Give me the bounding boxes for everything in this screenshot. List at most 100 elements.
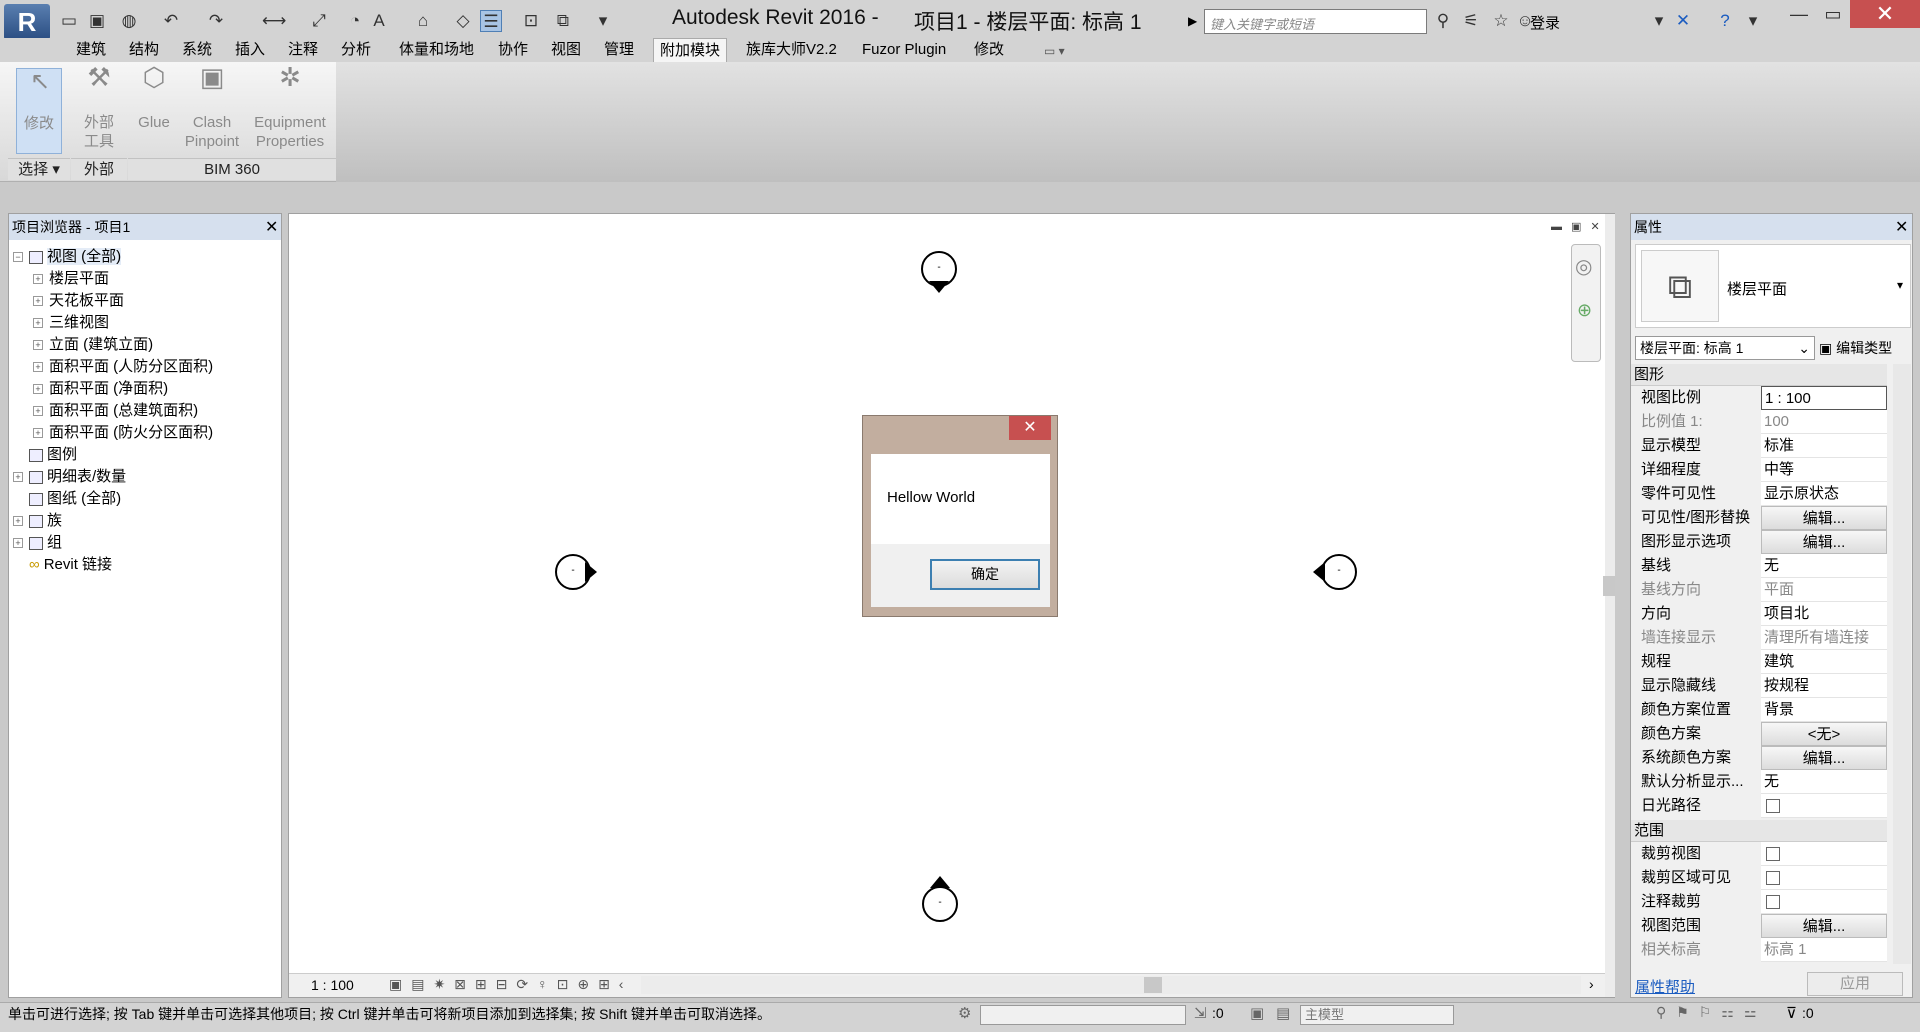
checkbox[interactable] <box>1761 794 1887 818</box>
expand-icon[interactable]: + <box>13 472 23 483</box>
tab-systems[interactable]: 系统 <box>176 38 218 62</box>
design-option-dropdown[interactable]: 主模型 <box>1300 1005 1454 1025</box>
prop-row[interactable]: 裁剪区域可见 <box>1631 866 1887 890</box>
edit-button[interactable]: 编辑... <box>1761 746 1887 770</box>
expand-icon[interactable]: + <box>33 406 43 417</box>
expand-icon[interactable]: + <box>33 318 43 329</box>
view-scale[interactable]: 1 : 100 <box>311 977 354 993</box>
tree-item-schedules[interactable]: + 明细表/数量 <box>13 466 279 488</box>
window-close-icon[interactable]: ✕ <box>1850 0 1920 28</box>
help-dropdown-icon[interactable]: ▾ <box>1742 10 1764 32</box>
tab-annotate[interactable]: 注释 <box>282 38 324 62</box>
tree-item-sheets[interactable]: 图纸 (全部) <box>13 488 279 510</box>
expand-icon[interactable]: + <box>33 274 43 285</box>
save-icon[interactable]: ▣ <box>86 10 108 32</box>
application-menu-button[interactable]: R <box>4 4 50 40</box>
checkbox[interactable] <box>1761 842 1887 866</box>
workset-dropdown[interactable] <box>980 1005 1186 1025</box>
aligned-dimension-icon[interactable]: ⤢ <box>308 10 330 32</box>
sync-icon[interactable]: ◍ <box>118 10 140 32</box>
expand-icon[interactable]: + <box>33 362 43 373</box>
tree-item-area-plans-gross[interactable]: + 面积平面 (总建筑面积) <box>13 400 279 422</box>
thin-lines-icon[interactable]: ☰ <box>480 10 502 32</box>
tree-item-area-plans-fire[interactable]: + 面积平面 (防火分区面积) <box>13 422 279 444</box>
prop-row[interactable]: 默认分析显示... 无 <box>1631 770 1887 794</box>
tab-view[interactable]: 视图 <box>545 38 587 62</box>
tree-item-elevations[interactable]: + 立面 (建筑立面) <box>13 334 279 356</box>
prop-row[interactable]: 日光路径 <box>1631 794 1887 818</box>
prop-row[interactable]: 详细程度 中等 <box>1631 458 1887 482</box>
elevation-marker-east[interactable]: - <box>1321 554 1357 590</box>
login-button[interactable]: 登录 <box>1530 12 1560 33</box>
tree-item-floor-plans[interactable]: + 楼层平面 <box>13 268 279 290</box>
checkbox[interactable] <box>1761 866 1887 890</box>
edit-button[interactable]: 编辑... <box>1761 530 1887 554</box>
properties-close-icon[interactable]: ✕ <box>1895 217 1908 237</box>
project-browser-close-icon[interactable]: ✕ <box>265 217 278 237</box>
edit-button[interactable]: 编辑... <box>1761 914 1887 938</box>
prop-row[interactable]: 注释裁剪 <box>1631 890 1887 914</box>
tree-item-ceiling-plans[interactable]: + 天花板平面 <box>13 290 279 312</box>
editable-only-icon[interactable]: ▣ <box>1250 1004 1264 1022</box>
tab-architecture[interactable]: 建筑 <box>70 38 112 62</box>
search-expand-icon[interactable]: ▶ <box>1188 14 1197 28</box>
filter-icon[interactable]: ⊽ <box>1786 1004 1797 1022</box>
tab-modify[interactable]: 修改 <box>968 38 1010 62</box>
scroll-right-icon[interactable]: › <box>1589 976 1594 992</box>
tab-add-ins[interactable]: 附加模块 <box>653 38 728 62</box>
help-icon[interactable]: ? <box>1714 10 1736 32</box>
equipment-properties-icon[interactable]: ✲ <box>248 64 332 90</box>
expand-icon[interactable]: + <box>13 538 23 549</box>
subscription-icon[interactable]: ⚟ <box>1460 10 1482 32</box>
prop-row[interactable]: 裁剪视图 <box>1631 842 1887 866</box>
tab-collaborate[interactable]: 协作 <box>492 38 534 62</box>
redo-icon[interactable]: ↷ <box>205 10 227 32</box>
tab-family-library[interactable]: 族库大师V2.2 <box>740 38 843 62</box>
external-tools-icon[interactable]: ⚒ <box>76 64 122 90</box>
prop-row[interactable]: 系统颜色方案 编辑... <box>1631 746 1887 770</box>
vertical-scrollbar[interactable] <box>1605 214 1615 997</box>
edit-type-button[interactable]: ▣ 编辑类型 <box>1819 338 1892 358</box>
checkbox[interactable] <box>1761 890 1887 914</box>
tree-item-legends[interactable]: 图例 <box>13 444 279 466</box>
favorites-icon[interactable]: ☆ <box>1490 10 1512 32</box>
tree-item-area-plans-civil-defense[interactable]: + 面积平面 (人防分区面积) <box>13 356 279 378</box>
tree-item-area-plans-net[interactable]: + 面积平面 (净面积) <box>13 378 279 400</box>
instance-selector[interactable]: 楼层平面: 标高 1 ⌄ <box>1635 336 1815 360</box>
ok-button[interactable]: 确定 <box>930 559 1040 590</box>
tree-item-3d-views[interactable]: + 三维视图 <box>13 312 279 334</box>
tag-icon[interactable]: ◔ <box>344 10 366 32</box>
tree-item-groups[interactable]: + 组 <box>13 532 279 554</box>
switch-windows-icon[interactable]: ⧉ <box>552 10 574 32</box>
tab-massing-site[interactable]: 体量和场地 <box>393 38 480 62</box>
horizontal-scroll-thumb[interactable] <box>1144 977 1162 993</box>
prop-row[interactable]: 基线无 <box>1631 554 1887 578</box>
customize-qat-icon[interactable]: ▾ <box>592 10 614 32</box>
tab-insert[interactable]: 插入 <box>229 38 271 62</box>
selection-filter-icons[interactable]: ⚲⚑⚐⚏⚍ <box>1656 1004 1766 1021</box>
prop-row[interactable]: 图形显示选项 编辑... <box>1631 530 1887 554</box>
properties-help-link[interactable]: 属性帮助 <box>1635 976 1695 997</box>
pin-icon[interactable]: ⇲ <box>1194 1004 1207 1022</box>
tab-structure[interactable]: 结构 <box>123 38 165 62</box>
view-control-icons[interactable]: ▣▤✷⊠⊞⊟⟳♀⊡⊕⊞‹ <box>389 976 632 993</box>
tab-fuzor-plugin[interactable]: Fuzor Plugin <box>856 38 952 62</box>
account-dropdown-icon[interactable]: ▾ <box>1648 10 1670 32</box>
zoom-icon[interactable]: ⊕ <box>1577 300 1592 321</box>
horizontal-scrollbar[interactable] <box>641 976 1581 994</box>
prop-row[interactable]: 零件可见性 显示原状态 <box>1631 482 1887 506</box>
expand-icon[interactable]: + <box>33 384 43 395</box>
prop-row[interactable]: 颜色方案位置 背景 <box>1631 698 1887 722</box>
apply-button[interactable]: 应用 <box>1807 972 1903 996</box>
tree-item-views[interactable]: − 视图 (全部) <box>13 246 279 268</box>
vertical-scroll-thumb[interactable] <box>1603 576 1615 596</box>
properties-scrollbar[interactable] <box>1893 364 1911 964</box>
expand-icon[interactable]: + <box>33 428 43 439</box>
prop-row[interactable]: 显示模型 标准 <box>1631 434 1887 458</box>
measure-icon[interactable]: ⟷ <box>262 10 286 32</box>
tab-analyze[interactable]: 分析 <box>335 38 377 62</box>
group-extents[interactable]: 范围 <box>1631 820 1887 842</box>
tree-item-families[interactable]: + 族 <box>13 510 279 532</box>
glue-icon[interactable]: ⬡ <box>132 64 176 90</box>
prop-row[interactable]: 颜色方案 <无> <box>1631 722 1887 746</box>
